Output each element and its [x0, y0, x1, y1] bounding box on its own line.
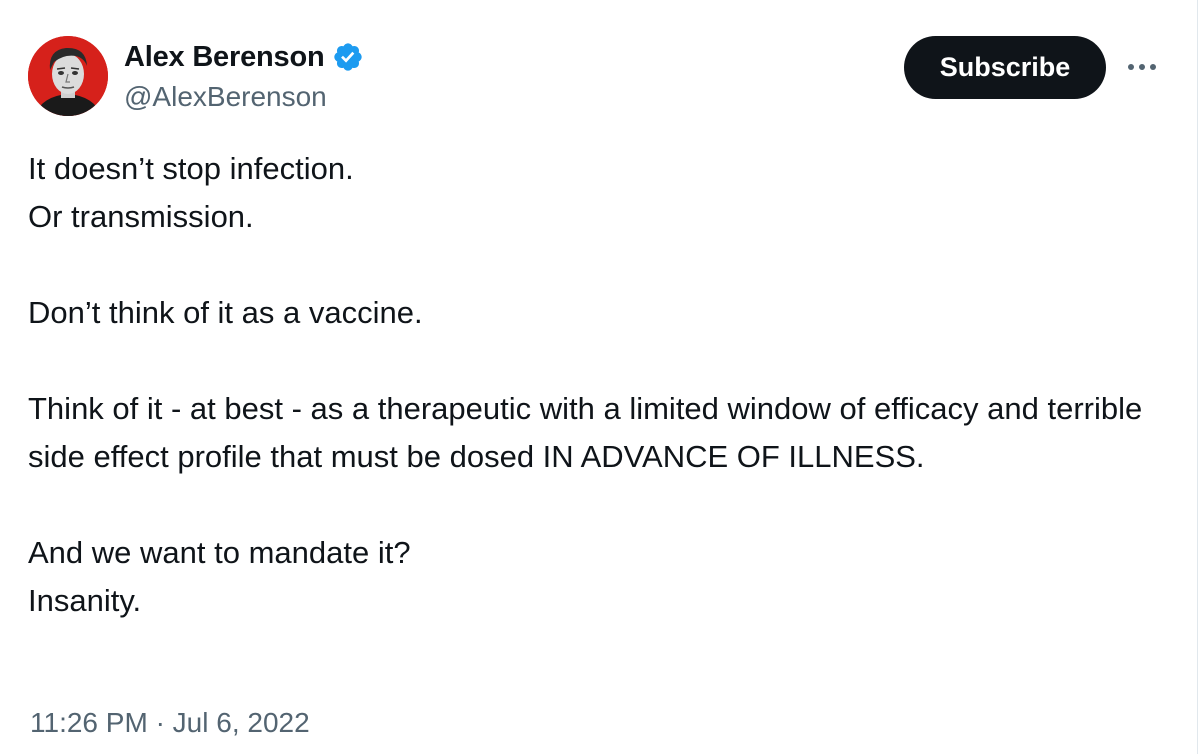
- tweet-text: It doesn’t stop infection. Or transmissi…: [28, 145, 1158, 625]
- tweet-date[interactable]: Jul 6, 2022: [173, 707, 310, 738]
- subscribe-button[interactable]: Subscribe: [904, 36, 1106, 99]
- tweet-line: It doesn’t stop infection.: [28, 151, 354, 186]
- avatar[interactable]: [28, 36, 108, 116]
- avatar-image: [28, 36, 108, 116]
- meta-separator: ·: [155, 707, 165, 738]
- author-name-row[interactable]: Alex Berenson: [124, 40, 364, 74]
- tweet-line: Think of it - at best - as a therapeutic…: [28, 391, 1143, 474]
- tweet-line: Insanity.: [28, 583, 142, 618]
- tweet-line: Or transmission.: [28, 199, 254, 234]
- tweet-timestamp[interactable]: 11:26 PM · Jul 6, 2022: [30, 703, 310, 743]
- tweet-time[interactable]: 11:26 PM: [30, 707, 148, 738]
- more-options-button[interactable]: [1124, 52, 1160, 82]
- author-handle[interactable]: @AlexBerenson: [124, 80, 327, 114]
- tweet-card: Alex Berenson @AlexBerenson Subscribe It…: [0, 0, 1198, 754]
- tweet-line: Don’t think of it as a vaccine.: [28, 295, 423, 330]
- more-horizontal-icon: [1128, 64, 1156, 70]
- tweet-line: And we want to mandate it?: [28, 535, 411, 570]
- verified-badge-icon: [332, 41, 364, 73]
- author-display-name[interactable]: Alex Berenson: [124, 40, 325, 74]
